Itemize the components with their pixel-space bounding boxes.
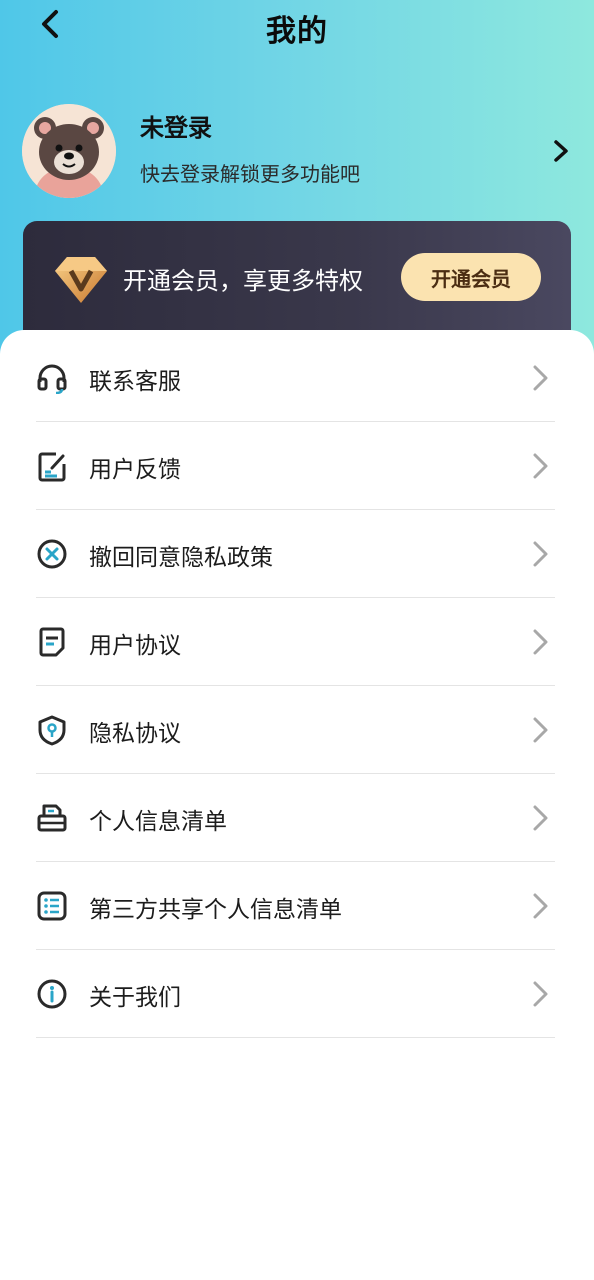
menu-item-third-party-info-list[interactable]: 第三方共享个人信息清单 xyxy=(36,862,555,950)
chevron-right-icon xyxy=(533,629,548,655)
menu-panel: 联系客服 用户反馈 撤回同意隐私政策 用户协议 隐私协议 个人信息清单 第三方共… xyxy=(0,330,594,1280)
menu-item-contact-support[interactable]: 联系客服 xyxy=(36,334,555,422)
menu-label: 关于我们 xyxy=(89,985,181,1011)
menu-label: 个人信息清单 xyxy=(89,809,227,835)
edit-note-icon xyxy=(38,452,66,482)
info-icon xyxy=(37,979,67,1009)
menu-item-about-us[interactable]: 关于我们 xyxy=(36,950,555,1038)
chevron-right-icon xyxy=(533,717,548,743)
document-icon xyxy=(39,627,65,657)
profile-row[interactable]: 未登录 快去登录解锁更多功能吧 xyxy=(22,104,582,200)
menu-label: 第三方共享个人信息清单 xyxy=(89,897,342,923)
menu-list: 联系客服 用户反馈 撤回同意隐私政策 用户协议 隐私协议 个人信息清单 第三方共… xyxy=(36,334,555,1038)
menu-item-revoke-privacy[interactable]: 撤回同意隐私政策 xyxy=(36,510,555,598)
profile-subtitle: 快去登录解锁更多功能吧 xyxy=(140,162,360,186)
menu-item-personal-info-list[interactable]: 个人信息清单 xyxy=(36,774,555,862)
menu-label: 用户反馈 xyxy=(89,457,181,483)
headset-icon xyxy=(37,364,67,394)
vip-promo-text: 开通会员，享更多特权 xyxy=(123,267,363,295)
menu-label: 用户协议 xyxy=(89,633,181,659)
avatar[interactable] xyxy=(22,104,116,198)
menu-label: 撤回同意隐私政策 xyxy=(89,545,273,571)
menu-label: 隐私协议 xyxy=(89,721,181,747)
diamond-v-icon xyxy=(55,257,107,303)
bear-avatar-icon xyxy=(22,104,116,198)
open-membership-button[interactable]: 开通会员 xyxy=(401,253,541,301)
chevron-right-icon xyxy=(533,805,548,831)
chevron-right-icon xyxy=(533,453,548,479)
chevron-right-icon xyxy=(533,893,548,919)
close-circle-icon xyxy=(37,539,67,569)
chevron-right-icon xyxy=(533,365,548,391)
shield-icon xyxy=(38,715,66,746)
menu-item-feedback[interactable]: 用户反馈 xyxy=(36,422,555,510)
list-icon xyxy=(37,891,67,921)
page-title: 我的 xyxy=(266,14,328,49)
chevron-right-icon xyxy=(554,140,568,162)
chevron-right-icon xyxy=(533,541,548,567)
profile-name: 未登录 xyxy=(140,113,212,142)
menu-item-user-agreement[interactable]: 用户协议 xyxy=(36,598,555,686)
menu-item-privacy-agreement[interactable]: 隐私协议 xyxy=(36,686,555,774)
menu-label: 联系客服 xyxy=(89,369,181,395)
chevron-right-icon xyxy=(533,981,548,1007)
printer-icon xyxy=(37,804,67,832)
